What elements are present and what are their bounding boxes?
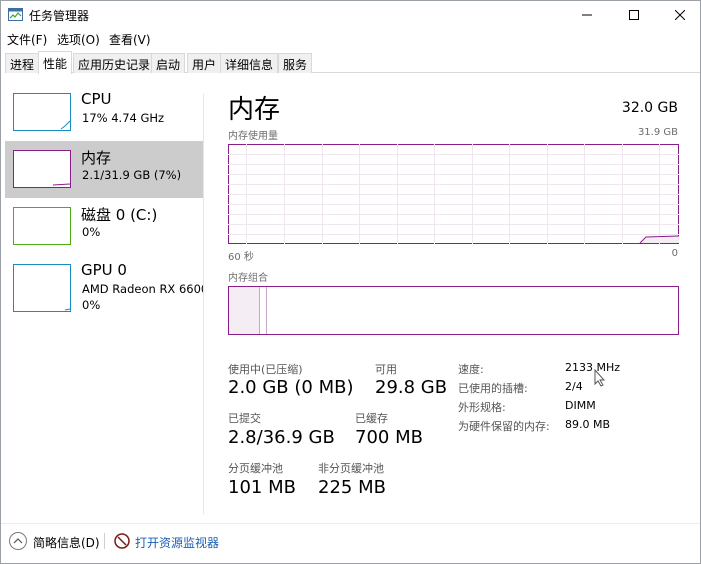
resource-list: CPU 17% 4.74 GHz 内存 2.1/31.9 GB (7%) 磁盘 …: [5, 84, 203, 504]
form-factor-value: DIMM: [565, 399, 596, 412]
close-icon: [675, 10, 685, 20]
menu-view[interactable]: 查看(V): [109, 31, 151, 48]
resource-item-disk[interactable]: 磁盘 0 (C:) 0%: [5, 198, 203, 255]
composition-in-use: [229, 287, 260, 334]
minimize-icon: [582, 14, 592, 16]
resource-gpu-model: AMD Radeon RX 6600: [82, 282, 203, 296]
menu-file[interactable]: 文件(F): [7, 31, 47, 48]
usage-graph-max: 31.9 GB: [637, 127, 678, 138]
in-use-value: 2.0 GB (0 MB): [228, 377, 354, 398]
resource-item-memory[interactable]: 内存 2.1/31.9 GB (7%): [5, 141, 203, 198]
graph-time-left: 60 秒: [228, 252, 254, 263]
nonpaged-pool-value: 225 MB: [318, 477, 386, 498]
gpu-thumbnail-graph: [13, 264, 71, 312]
resource-stat: 0%: [82, 298, 101, 312]
resource-name: 内存: [81, 149, 112, 167]
form-factor-label: 外形规格:: [458, 401, 506, 414]
hardware-reserved-value: 89.0 MB: [565, 418, 611, 431]
mouse-cursor-icon: [594, 369, 606, 387]
in-use-label: 使用中(已压缩): [228, 363, 303, 376]
footer-bar: 简略信息(D) 打开资源监视器: [1, 528, 700, 554]
resource-item-cpu[interactable]: CPU 17% 4.74 GHz: [5, 84, 203, 141]
committed-value: 2.8/36.9 GB: [228, 427, 335, 448]
title-bar[interactable]: 任务管理器: [1, 1, 700, 29]
tab-details[interactable]: 详细信息: [220, 53, 279, 73]
open-resource-monitor-link[interactable]: 打开资源监视器: [135, 534, 219, 551]
maximize-icon: [629, 10, 639, 20]
task-manager-app-icon: [8, 8, 23, 21]
composition-modified: [260, 287, 267, 334]
usage-graph-label: 内存使用量: [228, 131, 278, 142]
slots-used-value: 2/4: [565, 380, 583, 393]
graph-time-right: 0: [671, 248, 678, 259]
footer-separator: [1, 523, 700, 524]
cached-value: 700 MB: [355, 427, 423, 448]
resource-name: 磁盘 0 (C:): [81, 206, 158, 224]
memory-composition-bar[interactable]: [228, 286, 679, 335]
resource-name: CPU: [81, 90, 112, 108]
tab-bar: 进程 性能 应用历史记录 启动 用户 详细信息 服务: [5, 51, 700, 74]
menu-options[interactable]: 选项(O): [57, 31, 100, 48]
menu-bar: 文件(F) 选项(O) 查看(V): [1, 29, 700, 49]
hardware-reserved-label: 为硬件保留的内存:: [458, 420, 550, 433]
resource-stat: 2.1/31.9 GB (7%): [82, 168, 182, 182]
fewer-details-button[interactable]: 简略信息(D): [33, 534, 100, 551]
close-button[interactable]: [657, 1, 701, 29]
panel-divider[interactable]: [203, 94, 204, 514]
window-title: 任务管理器: [29, 9, 90, 23]
resource-name: GPU 0: [81, 261, 127, 279]
speed-value: 2133 MHz: [565, 361, 621, 374]
tab-services[interactable]: 服务: [278, 53, 313, 73]
memory-thumbnail-graph: [13, 150, 71, 188]
chevron-up-icon[interactable]: [9, 532, 27, 550]
paged-pool-value: 101 MB: [228, 477, 296, 498]
cached-label: 已缓存: [355, 412, 388, 425]
available-label: 可用: [375, 363, 397, 376]
disk-thumbnail-graph: [13, 207, 71, 245]
resource-monitor-icon[interactable]: [114, 533, 130, 549]
resource-stat: 17% 4.74 GHz: [82, 111, 165, 125]
resource-stat: 0%: [82, 225, 101, 239]
tab-users[interactable]: 用户: [187, 53, 222, 73]
page-title: 内存: [228, 95, 281, 125]
memory-usage-graph: [228, 144, 679, 244]
minimize-button[interactable]: [564, 1, 610, 29]
footer-divider: [104, 533, 105, 549]
committed-label: 已提交: [228, 412, 261, 425]
task-manager-window: 任务管理器 文件(F) 选项(O) 查看(V) 进程 性能 应用历史记录 启动 …: [0, 0, 701, 564]
composition-label: 内存组合: [228, 273, 268, 284]
tab-processes[interactable]: 进程: [5, 53, 40, 73]
speed-label: 速度:: [458, 363, 484, 376]
tab-performance[interactable]: 性能: [38, 51, 73, 74]
available-value: 29.8 GB: [375, 377, 448, 398]
maximize-button[interactable]: [611, 1, 657, 29]
paged-pool-label: 分页缓冲池: [228, 462, 283, 475]
tab-app-history[interactable]: 应用历史记录: [73, 53, 156, 73]
resource-item-gpu[interactable]: GPU 0 AMD Radeon RX 6600 0%: [5, 255, 203, 312]
memory-total: 32.0 GB: [621, 100, 678, 116]
tab-startup[interactable]: 启动: [151, 53, 186, 73]
cpu-thumbnail-graph: [13, 93, 71, 131]
slots-used-label: 已使用的插槽:: [458, 382, 528, 395]
nonpaged-pool-label: 非分页缓冲池: [318, 462, 384, 475]
